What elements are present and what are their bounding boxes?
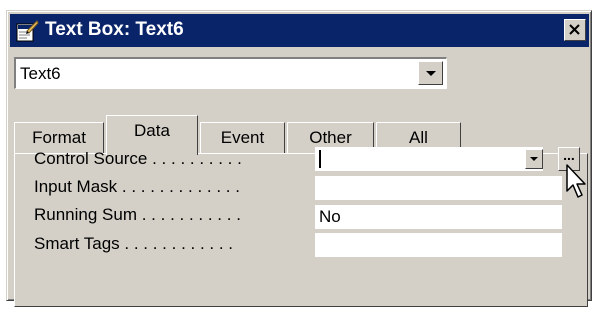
- object-selector[interactable]: Text6: [14, 57, 447, 89]
- chevron-down-icon: [425, 71, 436, 76]
- ellipsis-icon: ...: [563, 147, 575, 163]
- running-sum-value: No: [319, 207, 341, 226]
- property-label-running-sum: Running Sum . . . . . . . . . . .: [34, 205, 241, 224]
- property-label-input-mask: Input Mask . . . . . . . . . . . . .: [34, 177, 240, 196]
- running-sum-field[interactable]: No: [315, 205, 562, 229]
- tab-label: Data: [134, 121, 170, 140]
- text-caret: [319, 150, 321, 168]
- control-source-dropdown-button[interactable]: [525, 149, 543, 169]
- input-mask-field[interactable]: [315, 176, 562, 200]
- close-button[interactable]: [564, 19, 586, 41]
- tab-label: Format: [32, 128, 86, 147]
- chevron-down-icon: [530, 157, 538, 161]
- property-label-smart-tags: Smart Tags . . . . . . . . . . . .: [34, 234, 234, 253]
- properties-window: Text Box: Text6 Text6 Format Data Event …: [6, 10, 592, 307]
- tab-label: Event: [220, 128, 265, 147]
- property-label-control-source: Control Source . . . . . . . . . .: [34, 149, 242, 168]
- tab-label: All: [409, 128, 428, 147]
- object-selector-dropdown-button[interactable]: [418, 61, 443, 85]
- control-source-field[interactable]: [315, 147, 543, 171]
- mouse-pointer-icon: [566, 164, 588, 200]
- tab-label: Other: [309, 128, 352, 147]
- title-bar[interactable]: Text Box: Text6: [10, 14, 589, 47]
- object-selector-value: Text6: [20, 64, 61, 83]
- window-title: Text Box: Text6: [45, 19, 184, 40]
- smart-tags-field[interactable]: [315, 233, 562, 257]
- properties-icon: [15, 19, 39, 43]
